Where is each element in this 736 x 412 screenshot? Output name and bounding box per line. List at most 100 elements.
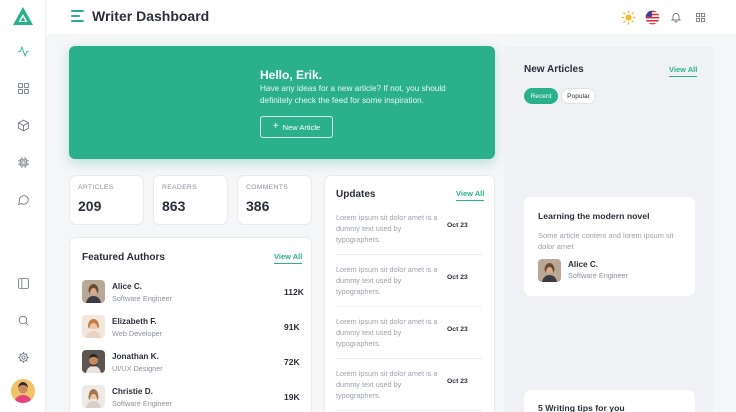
update-text: Lorem ipsum sit dolor amet is a dummy te… xyxy=(336,317,438,348)
list-item[interactable]: Christie D. Software Engineer 19K xyxy=(82,385,302,409)
list-item[interactable]: Alice C. Software Engineer 112K xyxy=(82,280,304,304)
stat-value: 863 xyxy=(162,198,186,214)
article-title: Learning the modern novel xyxy=(538,211,650,221)
update-date: Oct 23 xyxy=(447,222,468,229)
tab-popular[interactable]: Popular xyxy=(561,88,596,104)
list-item[interactable]: Jonathan K. UI/UX Designer 72K xyxy=(82,350,302,374)
author-role: Web Developer xyxy=(112,329,163,338)
person-photo-icon xyxy=(82,350,105,373)
bell-icon xyxy=(670,13,682,23)
sun-icon xyxy=(620,9,636,25)
author-name: Alice C. xyxy=(568,260,599,269)
menu-bar xyxy=(71,20,84,22)
top-header: Writer Dashboard xyxy=(46,0,736,34)
sidebar-item-toggle[interactable] xyxy=(14,274,32,292)
welcome-title: Hello, Erik. xyxy=(260,68,323,82)
sidebar-item-messages[interactable] xyxy=(14,190,32,208)
welcome-banner: Hello, Erik. Have any ideas for a new ar… xyxy=(69,46,495,159)
author-count: 72K xyxy=(284,357,300,367)
featured-authors-card: Featured Authors View All Alice C. Softw… xyxy=(69,237,312,412)
new-article-label: New Article xyxy=(282,122,321,132)
activity-icon xyxy=(17,45,29,57)
list-item[interactable]: Lorem ipsum sit dolor amet is a dummy te… xyxy=(336,212,482,256)
article-excerpt: Some article content and lorem ipsum sit… xyxy=(538,231,674,251)
settings-icon xyxy=(17,351,29,363)
author-name: Christie D. xyxy=(112,387,153,396)
sidebar-item-packages[interactable] xyxy=(14,116,32,134)
menu-toggle-button[interactable] xyxy=(71,10,84,22)
divider xyxy=(336,410,482,411)
author-role: Software Engineer xyxy=(112,399,173,408)
article-title: 5 Writing tips for you xyxy=(538,403,625,412)
author-name: Alice C. xyxy=(112,282,143,291)
grid-icon xyxy=(17,82,29,94)
avatar[interactable] xyxy=(11,379,35,403)
stat-label: COMMENTS xyxy=(246,184,289,191)
menu-bar xyxy=(71,10,84,12)
updates-view-all-link[interactable]: View All xyxy=(456,189,485,201)
stat-label: READERS xyxy=(162,184,197,191)
cpu-icon xyxy=(17,156,29,168)
person-photo-icon xyxy=(82,280,105,303)
author-role: UI/UX Designer xyxy=(112,364,163,373)
person-photo-icon xyxy=(538,259,561,282)
author-role: Software Engineer xyxy=(112,294,173,303)
new-articles-panel: New Articles View All Recent Popular Lea… xyxy=(504,46,714,412)
author-name: Jonathan K. xyxy=(112,352,159,361)
author-avatar xyxy=(82,350,105,373)
stat-value: 386 xyxy=(246,198,270,214)
sidebar-toggle-icon xyxy=(17,277,29,289)
updates-title: Updates xyxy=(336,189,376,200)
article-card[interactable]: 5 Writing tips for you xyxy=(524,390,695,412)
author-avatar xyxy=(538,259,561,282)
apps-button[interactable] xyxy=(692,9,708,25)
article-card[interactable]: Learning the modern novel Some article c… xyxy=(524,197,695,296)
update-date: Oct 23 xyxy=(447,378,468,385)
author-avatar xyxy=(82,385,105,408)
welcome-text: Have any ideas for a new article? If not… xyxy=(260,84,446,105)
tab-recent[interactable]: Recent xyxy=(524,88,558,104)
sidebar-item-settings[interactable] xyxy=(14,153,32,171)
language-selector[interactable] xyxy=(644,9,660,25)
list-item[interactable]: Elizabeth F. Web Developer 91K xyxy=(82,315,302,339)
logo-icon xyxy=(13,7,33,25)
list-item[interactable]: Lorem ipsum sit dolor amet is a dummy te… xyxy=(336,368,482,412)
plus-icon: + xyxy=(272,121,279,132)
author-count: 91K xyxy=(284,322,300,332)
update-date: Oct 23 xyxy=(447,274,468,281)
featured-authors-title: Featured Authors xyxy=(82,252,165,263)
sidebar-item-preferences[interactable] xyxy=(14,348,32,366)
stat-card-articles: ARTICLES 209 xyxy=(69,175,144,225)
person-photo-icon xyxy=(82,315,105,338)
brand-logo[interactable] xyxy=(13,7,33,25)
sidebar xyxy=(0,0,46,412)
author-count: 112K xyxy=(284,287,304,297)
author-avatar xyxy=(82,280,105,303)
sidebar-item-activity[interactable] xyxy=(14,42,32,60)
sidebar-item-search[interactable] xyxy=(14,311,32,329)
update-text: Lorem ipsum sit dolor amet is a dummy te… xyxy=(336,265,438,296)
featured-authors-view-all-link[interactable]: View All xyxy=(274,252,303,264)
menu-bar xyxy=(71,15,80,17)
author-count: 19K xyxy=(284,392,300,402)
search-icon xyxy=(18,315,29,326)
update-text: Lorem ipsum sit dolor amet is a dummy te… xyxy=(336,213,438,244)
user-avatar-icon xyxy=(11,379,35,403)
author-role: Software Engineer xyxy=(568,271,629,280)
stat-label: ARTICLES xyxy=(78,184,114,191)
new-articles-title: New Articles xyxy=(524,64,584,75)
updates-card: Updates View All Lorem ipsum sit dolor a… xyxy=(324,175,495,412)
author-name: Elizabeth F. xyxy=(112,317,157,326)
theme-toggle-button[interactable] xyxy=(620,9,636,25)
stat-value: 209 xyxy=(78,198,102,214)
new-article-button[interactable]: + New Article xyxy=(260,116,333,138)
list-item[interactable]: Lorem ipsum sit dolor amet is a dummy te… xyxy=(336,264,482,308)
person-photo-icon xyxy=(82,385,105,408)
stat-card-readers: READERS 863 xyxy=(153,175,228,225)
update-text: Lorem ipsum sit dolor amet is a dummy te… xyxy=(336,369,438,400)
new-articles-view-all-link[interactable]: View All xyxy=(669,65,698,77)
sidebar-item-dashboard[interactable] xyxy=(14,79,32,97)
notifications-button[interactable] xyxy=(668,9,684,25)
list-item[interactable]: Lorem ipsum sit dolor amet is a dummy te… xyxy=(336,316,482,360)
page-title: Writer Dashboard xyxy=(92,8,210,24)
